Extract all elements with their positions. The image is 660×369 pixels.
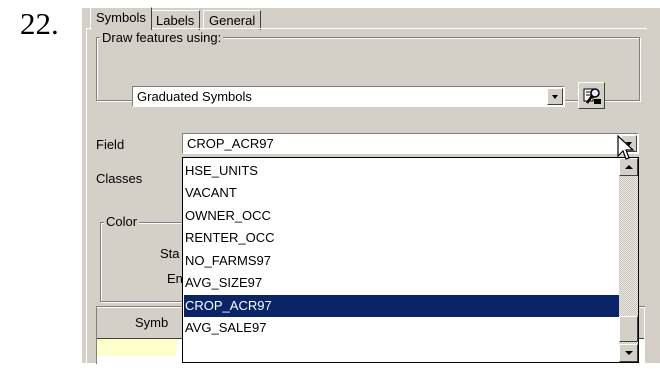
- scrollbar-thumb[interactable]: [619, 316, 638, 342]
- field-label: Field: [96, 137, 125, 152]
- classes-label: Classes: [96, 171, 143, 186]
- step-number: 22.: [20, 6, 59, 41]
- tab-general-label: General: [209, 13, 256, 28]
- list-item[interactable]: VACANT: [184, 182, 619, 204]
- tab-symbols[interactable]: Symbols: [90, 7, 152, 30]
- tab-general[interactable]: General: [203, 10, 262, 30]
- scroll-down-arrow-icon[interactable]: [619, 344, 638, 362]
- tab-labels-label: Labels: [156, 13, 195, 28]
- list-item[interactable]: HSE_UNITS: [184, 160, 619, 182]
- list-item[interactable]: OWNER_OCC: [184, 205, 619, 227]
- list-item[interactable]: AVG_SALE97: [184, 317, 619, 339]
- field-value: CROP_ACR97: [187, 136, 274, 151]
- list-item-selected[interactable]: CROP_ACR97: [184, 295, 619, 317]
- chevron-down-icon[interactable]: [547, 88, 563, 105]
- tab-labels[interactable]: Labels: [150, 10, 201, 30]
- list-item[interactable]: RENTER_OCC: [184, 227, 619, 249]
- symbol-properties-button[interactable]: [578, 82, 605, 109]
- legend-editor-dialog: Symbols Labels General Draw features usi…: [82, 7, 660, 369]
- draw-features-select[interactable]: Graduated Symbols: [132, 86, 565, 107]
- end-color-label: En: [167, 271, 183, 286]
- magnify-properties-icon: [583, 88, 601, 104]
- tab-symbols-label: Symbols: [96, 10, 146, 25]
- dropdown-scrollbar[interactable]: [619, 158, 638, 362]
- list-item[interactable]: AVG_SIZE97: [184, 272, 619, 294]
- start-color-label: Sta: [160, 246, 180, 261]
- field-dropdown-list[interactable]: HSE_UNITS VACANT OWNER_OCC RENTER_OCC NO…: [182, 157, 639, 363]
- color-group-label: Color: [104, 214, 140, 229]
- symbol-swatch-cell[interactable]: [97, 339, 177, 356]
- draw-features-label: Draw features using:: [100, 30, 224, 45]
- field-select[interactable]: CROP_ACR97: [182, 133, 639, 154]
- list-item[interactable]: NO_FARMS97: [184, 250, 619, 272]
- draw-features-value: Graduated Symbols: [137, 89, 252, 104]
- symbol-column-header: Symb: [135, 315, 169, 330]
- mouse-pointer-icon: [617, 135, 635, 160]
